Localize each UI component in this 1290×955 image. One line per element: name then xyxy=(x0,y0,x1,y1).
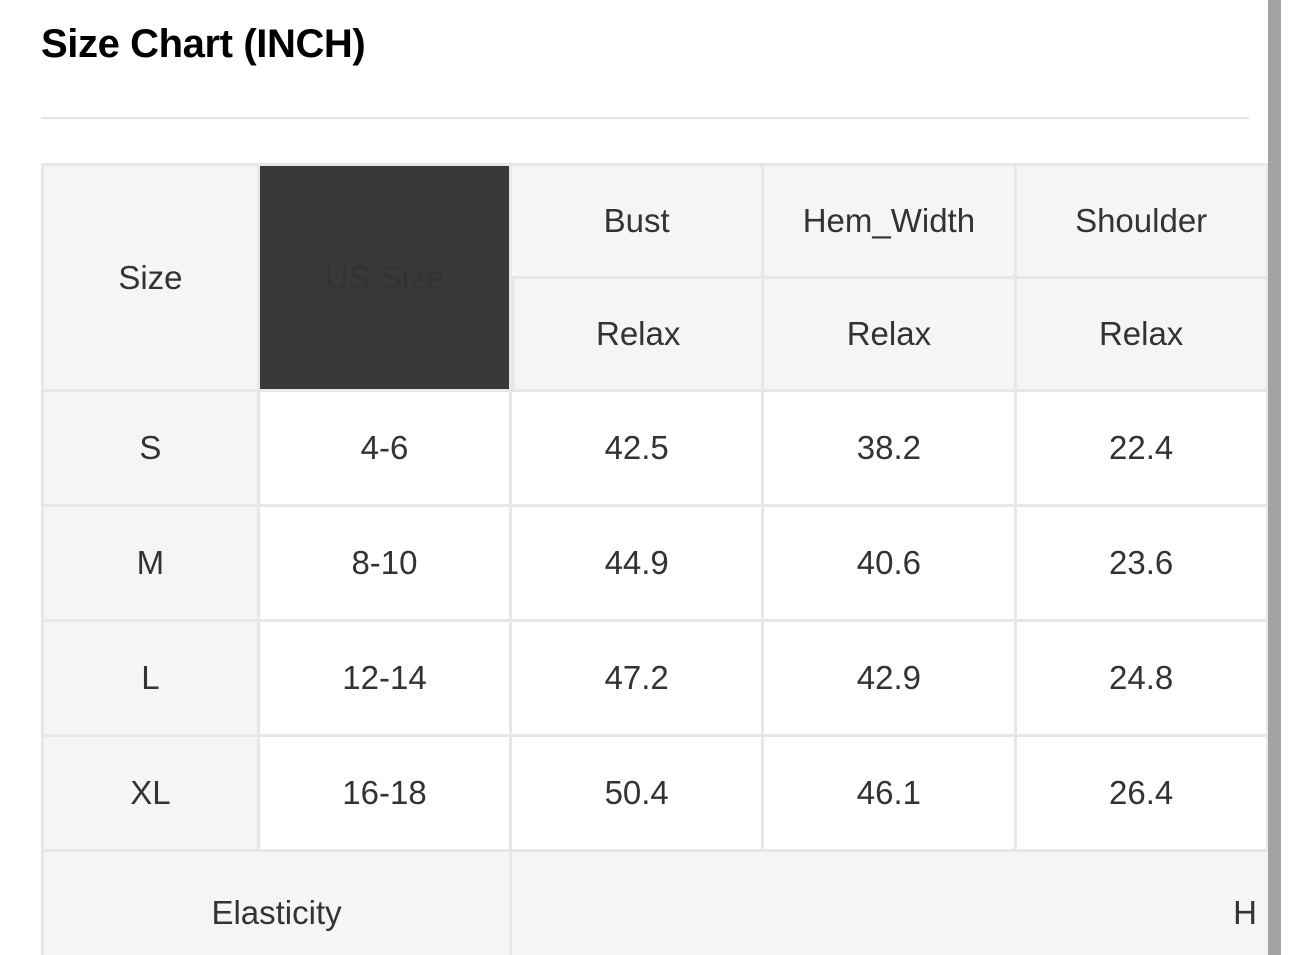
cell-size: L xyxy=(41,622,260,737)
table-row: L 12-14 47.2 42.9 24.8 xyxy=(41,622,1268,737)
header-size: Size xyxy=(41,163,260,392)
header-us-size[interactable]: US Size xyxy=(259,163,513,392)
cell-size: XL xyxy=(41,737,260,852)
cell-bust: 50.4 xyxy=(512,737,765,852)
header-group-hem-width: Hem_Width xyxy=(764,163,1017,279)
title-divider xyxy=(41,117,1249,119)
header-sub-hem-width: Relax xyxy=(764,279,1017,392)
cell-bust: 47.2 xyxy=(512,622,765,737)
cell-us-size: 16-18 xyxy=(259,737,513,852)
size-chart-table-container: Size US Size Bust Hem_Width Shoulder S R… xyxy=(41,163,1268,955)
vertical-scrollbar-track[interactable] xyxy=(1268,0,1290,955)
footer-elasticity-label: Elasticity xyxy=(41,852,513,955)
cell-us-size: 12-14 xyxy=(259,622,513,737)
header-sub-bust: Relax xyxy=(512,279,765,392)
table-header-row-group: Size US Size Bust Hem_Width Shoulder S xyxy=(41,163,1268,392)
cell-us-size: 8-10 xyxy=(259,507,513,622)
size-chart-page: Size Chart (INCH) Size US Size Bust Hem_… xyxy=(0,0,1268,955)
cell-shoulder: 23.6 xyxy=(1016,507,1268,622)
table-footer-row: Elasticity H xyxy=(41,852,1268,955)
footer-elasticity-value-text: H xyxy=(1233,894,1257,931)
header-group-bust: Bust xyxy=(512,163,765,279)
header-group-shoulder: Shoulder xyxy=(1016,163,1268,279)
cell-shoulder: 26.4 xyxy=(1016,737,1268,852)
cell-shoulder: 24.8 xyxy=(1016,622,1268,737)
cell-hem-width: 38.2 xyxy=(764,392,1017,507)
cell-bust: 44.9 xyxy=(512,507,765,622)
cell-size: M xyxy=(41,507,260,622)
header-sub-shoulder: Relax xyxy=(1016,279,1268,392)
cell-hem-width: 40.6 xyxy=(764,507,1017,622)
cell-hem-width: 42.9 xyxy=(764,622,1017,737)
page-title: Size Chart (INCH) xyxy=(41,22,366,66)
table-row: XL 16-18 50.4 46.1 26.4 xyxy=(41,737,1268,852)
cell-us-size: 4-6 xyxy=(259,392,513,507)
footer-elasticity-value: H xyxy=(512,852,1268,955)
table-row: S 4-6 42.5 38.2 22.4 xyxy=(41,392,1268,507)
vertical-scrollbar-thumb[interactable] xyxy=(1268,0,1281,955)
cell-bust: 42.5 xyxy=(512,392,765,507)
cell-shoulder: 22.4 xyxy=(1016,392,1268,507)
cell-hem-width: 46.1 xyxy=(764,737,1017,852)
size-chart-table: Size US Size Bust Hem_Width Shoulder S R… xyxy=(41,163,1268,955)
cell-size: S xyxy=(41,392,260,507)
table-row: M 8-10 44.9 40.6 23.6 xyxy=(41,507,1268,622)
